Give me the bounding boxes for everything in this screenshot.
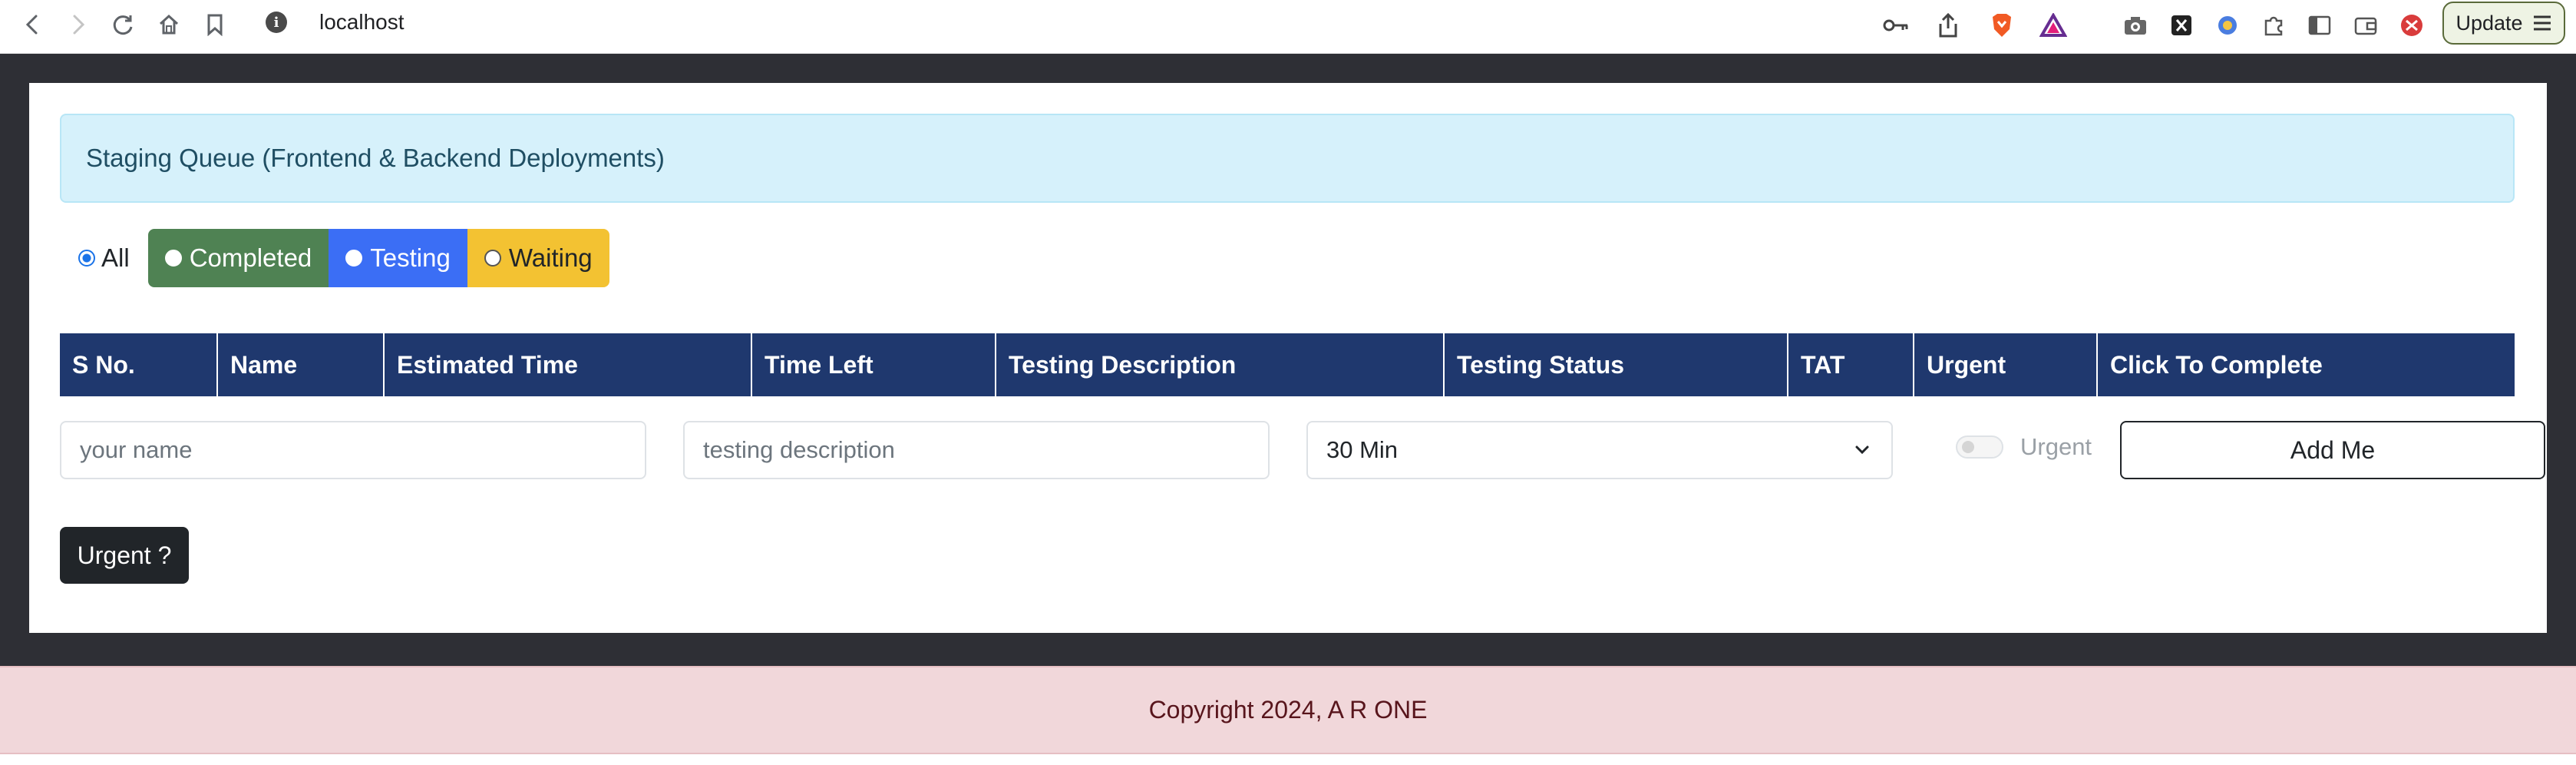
footer: Copyright 2024, A R ONE	[0, 666, 2576, 754]
header-tat: TAT	[1788, 333, 1914, 396]
site-info-icon[interactable]: i	[266, 12, 287, 33]
sidebar-icon[interactable]	[2304, 10, 2335, 41]
header-time-left: Time Left	[751, 333, 996, 396]
extension-icon[interactable]	[2212, 10, 2243, 41]
forward-icon[interactable]	[63, 9, 94, 40]
camera-icon[interactable]	[2120, 10, 2151, 41]
filter-testing[interactable]: Testing	[329, 229, 467, 287]
time-select[interactable]: 30 Min	[1306, 421, 1893, 479]
menu-icon	[2533, 15, 2551, 31]
urgent-button-label: Urgent ?	[77, 541, 172, 569]
bookmark-icon[interactable]	[200, 9, 230, 40]
filter-waiting-label: Waiting	[508, 243, 593, 272]
radio-testing[interactable]	[345, 250, 363, 267]
radio-all[interactable]	[78, 250, 95, 267]
header-estimated-time: Estimated Time	[384, 333, 752, 396]
x-extension-icon[interactable]	[2166, 10, 2197, 41]
status-filter-group: All Completed Testing Waiting	[78, 229, 609, 287]
urgent-button[interactable]: Urgent ?	[60, 527, 189, 584]
header-urgent: Urgent	[1914, 333, 2098, 396]
address-bar[interactable]: i localhost	[253, 5, 2095, 40]
footer-copyright: Copyright 2024, A R ONE	[1148, 696, 1428, 724]
queue-title-alert: Staging Queue (Frontend & Backend Deploy…	[60, 114, 2515, 203]
urgent-toggle-group[interactable]: Urgent	[1956, 433, 2092, 461]
add-me-button[interactable]: Add Me	[2120, 421, 2545, 479]
brave-shield-icon[interactable]	[1986, 10, 2017, 41]
header-sno: S No.	[60, 333, 218, 396]
filter-waiting[interactable]: Waiting	[467, 229, 609, 287]
time-select-value: 30 Min	[1326, 436, 1399, 463]
queue-title: Staging Queue (Frontend & Backend Deploy…	[86, 144, 665, 172]
radio-waiting[interactable]	[484, 250, 501, 267]
urgent-toggle-label: Urgent	[2020, 433, 2092, 460]
name-placeholder: your name	[80, 436, 193, 463]
page-frame: Staging Queue (Frontend & Backend Deploy…	[0, 54, 2576, 666]
filter-all[interactable]: All	[78, 229, 148, 287]
add-entry-form: your name testing description 30 Min Urg…	[60, 421, 2545, 481]
add-me-label: Add Me	[2290, 435, 2376, 464]
description-placeholder: testing description	[703, 436, 895, 463]
header-click-to-complete: Click To Complete	[2097, 333, 2515, 396]
urgent-toggle[interactable]	[1956, 435, 2003, 459]
table-header-row: S No. Name Estimated Time Time Left Test…	[60, 333, 2515, 396]
name-input[interactable]: your name	[60, 421, 646, 479]
update-button[interactable]: Update	[2442, 2, 2565, 45]
filter-completed-label: Completed	[189, 243, 312, 272]
back-icon[interactable]	[17, 9, 48, 40]
radio-completed[interactable]	[164, 250, 182, 267]
reload-icon[interactable]	[107, 9, 138, 40]
brave-rewards-icon[interactable]	[2038, 10, 2069, 41]
puzzle-icon[interactable]	[2258, 10, 2289, 41]
update-label: Update	[2455, 11, 2523, 35]
home-icon[interactable]	[154, 9, 184, 40]
header-name: Name	[217, 333, 385, 396]
description-input[interactable]: testing description	[683, 421, 1270, 479]
header-testing-description: Testing Description	[996, 333, 1445, 396]
header-testing-status: Testing Status	[1444, 333, 1788, 396]
queue-table: S No. Name Estimated Time Time Left Test…	[60, 333, 2515, 396]
filter-completed[interactable]: Completed	[147, 229, 329, 287]
filter-all-label: All	[101, 243, 130, 272]
url-text: localhost	[319, 10, 405, 34]
key-icon[interactable]	[1881, 10, 1911, 41]
main-card: Staging Queue (Frontend & Backend Deploy…	[29, 83, 2547, 633]
wallet-icon[interactable]	[2350, 10, 2381, 41]
share-icon[interactable]	[1933, 10, 1963, 41]
chevron-down-icon	[1855, 445, 1869, 455]
profile-icon[interactable]	[2396, 10, 2427, 41]
browser-toolbar: i localhost Update	[0, 0, 2576, 54]
filter-testing-label: Testing	[370, 243, 451, 272]
